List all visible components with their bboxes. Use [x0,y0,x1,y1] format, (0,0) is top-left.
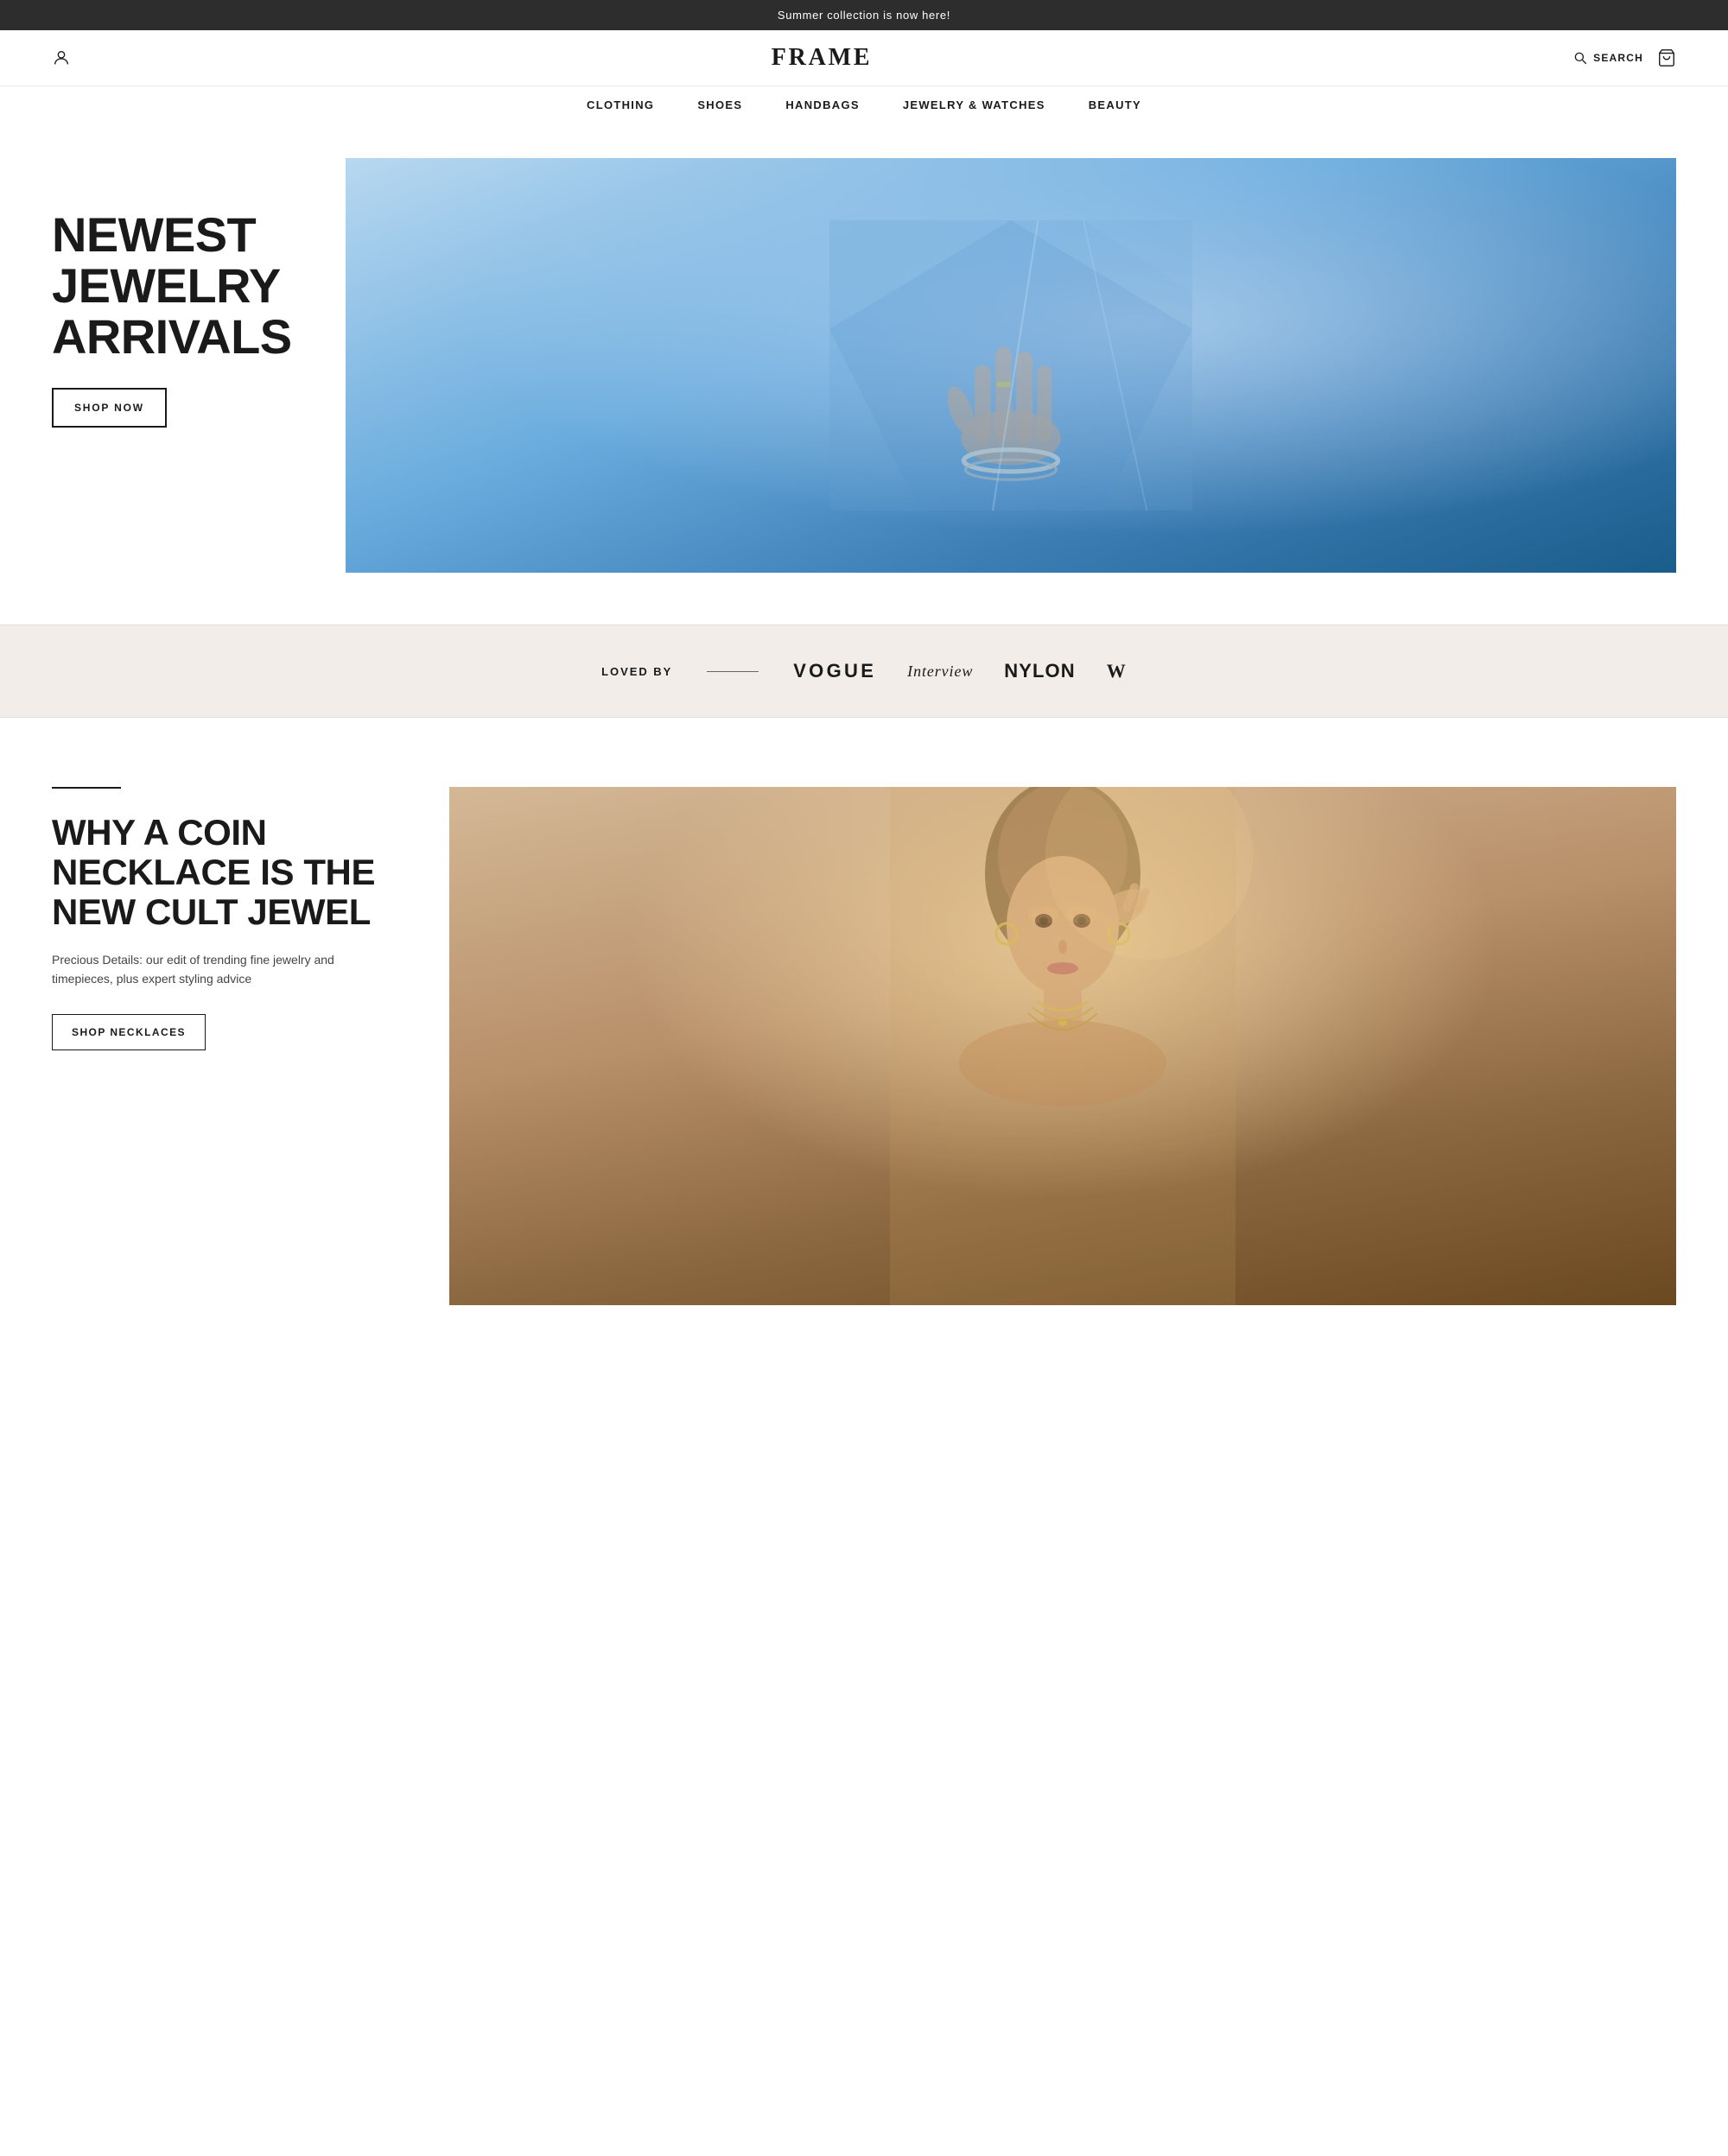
hero-image [346,158,1676,573]
header-left [52,48,71,67]
hero-text: NEWEST JEWELRY ARRIVALS SHOP NOW [52,158,311,428]
article-section: WHY A COIN NECKLACE IS THE NEW CULT JEWE… [0,718,1728,1357]
hero-section: NEWEST JEWELRY ARRIVALS SHOP NOW [0,124,1728,625]
brand-logo-vogue: VOGUE [793,660,876,682]
article-description: Precious Details: our edit of trending f… [52,950,380,989]
article-divider [52,787,121,789]
nav-item-clothing[interactable]: CLOTHING [587,98,654,111]
announcement-text: Summer collection is now here! [778,9,950,22]
nav-item-beauty[interactable]: BEAUTY [1089,98,1141,111]
loved-by-label: LOVED BY [601,665,672,678]
main-nav: CLOTHING SHOES HANDBAGS JEWELRY & WATCHE… [0,86,1728,124]
article-text: WHY A COIN NECKLACE IS THE NEW CULT JEWE… [52,787,380,1050]
cart-icon[interactable] [1657,48,1676,67]
nav-item-jewelry-watches[interactable]: JEWELRY & WATCHES [903,98,1045,111]
nav-item-shoes[interactable]: SHOES [697,98,742,111]
header: FRAME SEARCH [0,30,1728,86]
announcement-bar: Summer collection is now here! [0,0,1728,30]
nav-item-handbags[interactable]: HANDBAGS [785,98,860,111]
loved-by-section: LOVED BY VOGUE Interview NYLON W [0,625,1728,718]
article-image-inner [449,787,1676,1305]
article-heading: WHY A COIN NECKLACE IS THE NEW CULT JEWE… [52,813,380,933]
header-right: SEARCH [1572,48,1676,67]
article-image [449,787,1676,1305]
hero-image-container [346,158,1676,573]
brand-logo-w: W [1107,660,1127,682]
hero-cta-button[interactable]: SHOP NOW [52,388,167,428]
brand-logos: VOGUE Interview NYLON W [793,660,1127,682]
account-icon[interactable] [52,48,71,67]
hero-jewelry-illustration [612,220,1410,510]
brand-logo-nylon: NYLON [1004,660,1076,682]
article-cta-button[interactable]: SHOP NECKLACES [52,1014,206,1050]
loved-by-divider [707,671,759,672]
hero-heading: NEWEST JEWELRY ARRIVALS [52,210,311,362]
brand-logo-interview: Interview [907,663,973,681]
article-person-illustration [449,787,1676,1305]
search-icon [1572,50,1588,66]
site-logo[interactable]: FRAME [772,44,873,72]
search-button[interactable]: SEARCH [1572,50,1643,66]
hero-image-inner [346,158,1676,573]
search-label: SEARCH [1593,52,1643,64]
